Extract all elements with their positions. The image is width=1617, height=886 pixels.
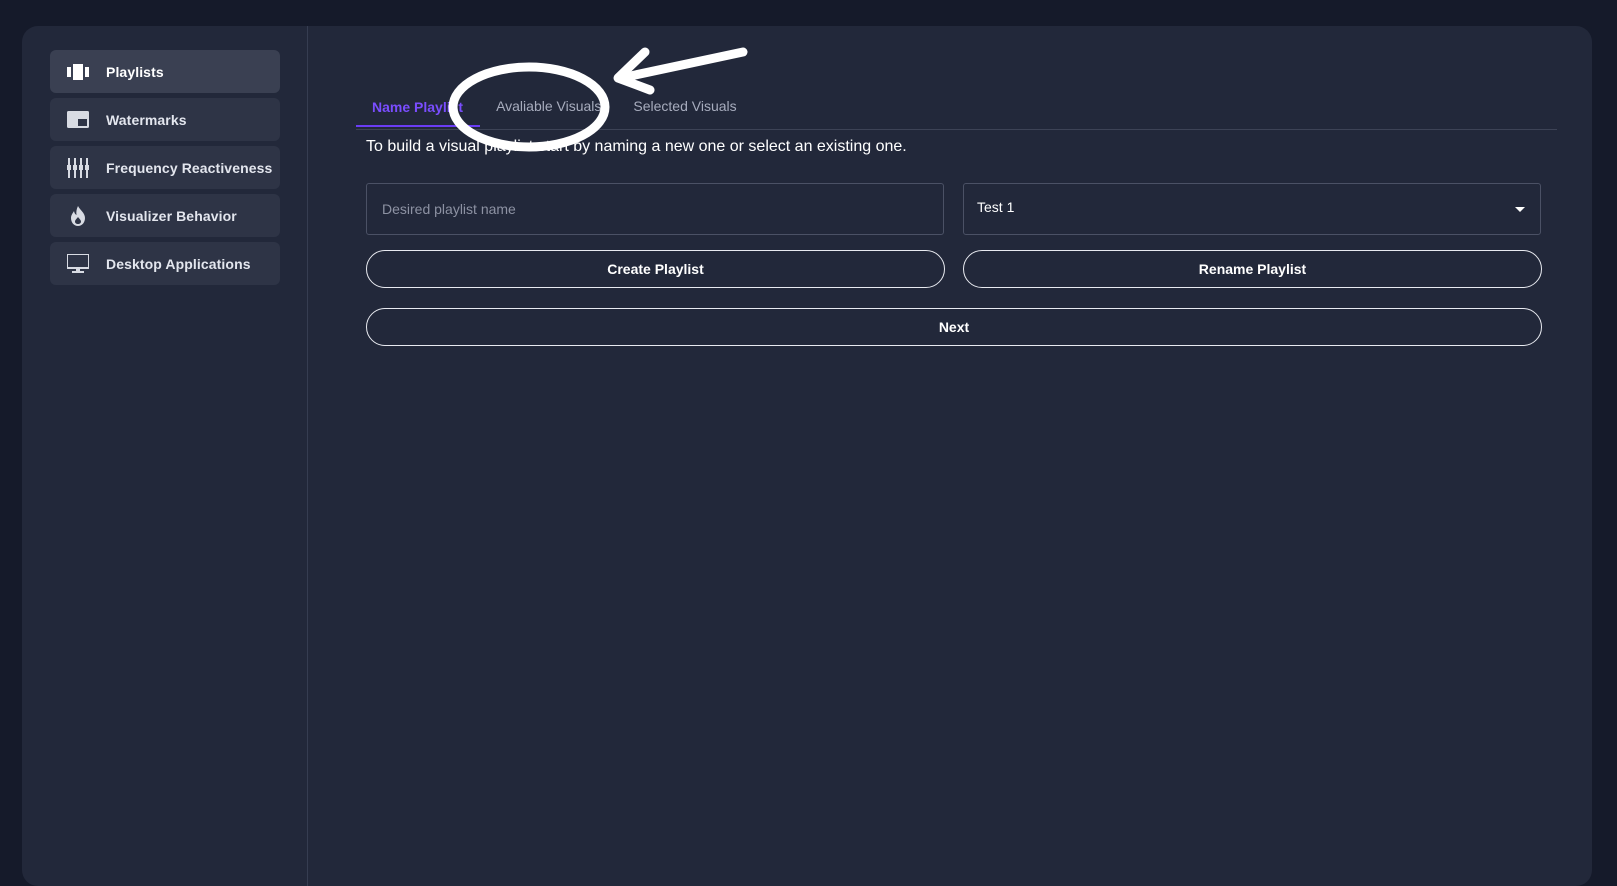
intro-text: To build a visual playlist start by nami… bbox=[366, 138, 907, 155]
sidebar: Playlists Watermarks Frequency Reactiven… bbox=[22, 26, 308, 886]
sidebar-item-visualizer-behavior[interactable]: Visualizer Behavior bbox=[50, 194, 280, 237]
sidebar-item-label: Visualizer Behavior bbox=[106, 207, 237, 224]
sidebar-item-label: Watermarks bbox=[106, 111, 187, 128]
sidebar-nav: Playlists Watermarks Frequency Reactiven… bbox=[50, 50, 280, 290]
sidebar-item-label: Playlists bbox=[106, 63, 164, 80]
sidebar-item-label: Desktop Applications bbox=[106, 255, 251, 272]
tab-available-visuals[interactable]: Avaliable Visuals bbox=[480, 89, 617, 123]
playlist-select[interactable]: Test 1 bbox=[963, 183, 1541, 235]
sidebar-item-desktop-applications[interactable]: Desktop Applications bbox=[50, 242, 280, 285]
sidebar-item-label: Frequency Reactiveness bbox=[106, 159, 273, 176]
sidebar-item-frequency-reactiveness[interactable]: Frequency Reactiveness bbox=[50, 146, 280, 189]
sidebar-item-watermarks[interactable]: Watermarks bbox=[50, 98, 280, 141]
create-playlist-button[interactable]: Create Playlist bbox=[366, 250, 945, 288]
playlist-select-value: Test 1 bbox=[977, 199, 1015, 215]
next-button[interactable]: Next bbox=[366, 308, 1542, 346]
caret-down-icon bbox=[1515, 206, 1525, 212]
main-panel: Name Playlist Avaliable Visuals Selected… bbox=[308, 26, 1592, 886]
sidebar-item-playlists[interactable]: Playlists bbox=[50, 50, 280, 93]
tab-divider bbox=[356, 129, 1557, 130]
monitor-icon bbox=[67, 253, 89, 275]
playlist-name-field bbox=[366, 183, 944, 235]
app-window: Playlists Watermarks Frequency Reactiven… bbox=[22, 26, 1592, 886]
playlist-name-input[interactable] bbox=[380, 200, 930, 218]
rename-playlist-button[interactable]: Rename Playlist bbox=[963, 250, 1542, 288]
playlists-icon bbox=[67, 61, 89, 83]
watermark-icon bbox=[67, 109, 89, 131]
tab-selected-visuals[interactable]: Selected Visuals bbox=[617, 89, 752, 123]
tab-name-playlist[interactable]: Name Playlist bbox=[356, 89, 481, 127]
flame-icon bbox=[67, 205, 89, 227]
equalizer-icon bbox=[67, 157, 89, 179]
tab-bar: Name Playlist Avaliable Visuals Selected… bbox=[356, 89, 1556, 127]
